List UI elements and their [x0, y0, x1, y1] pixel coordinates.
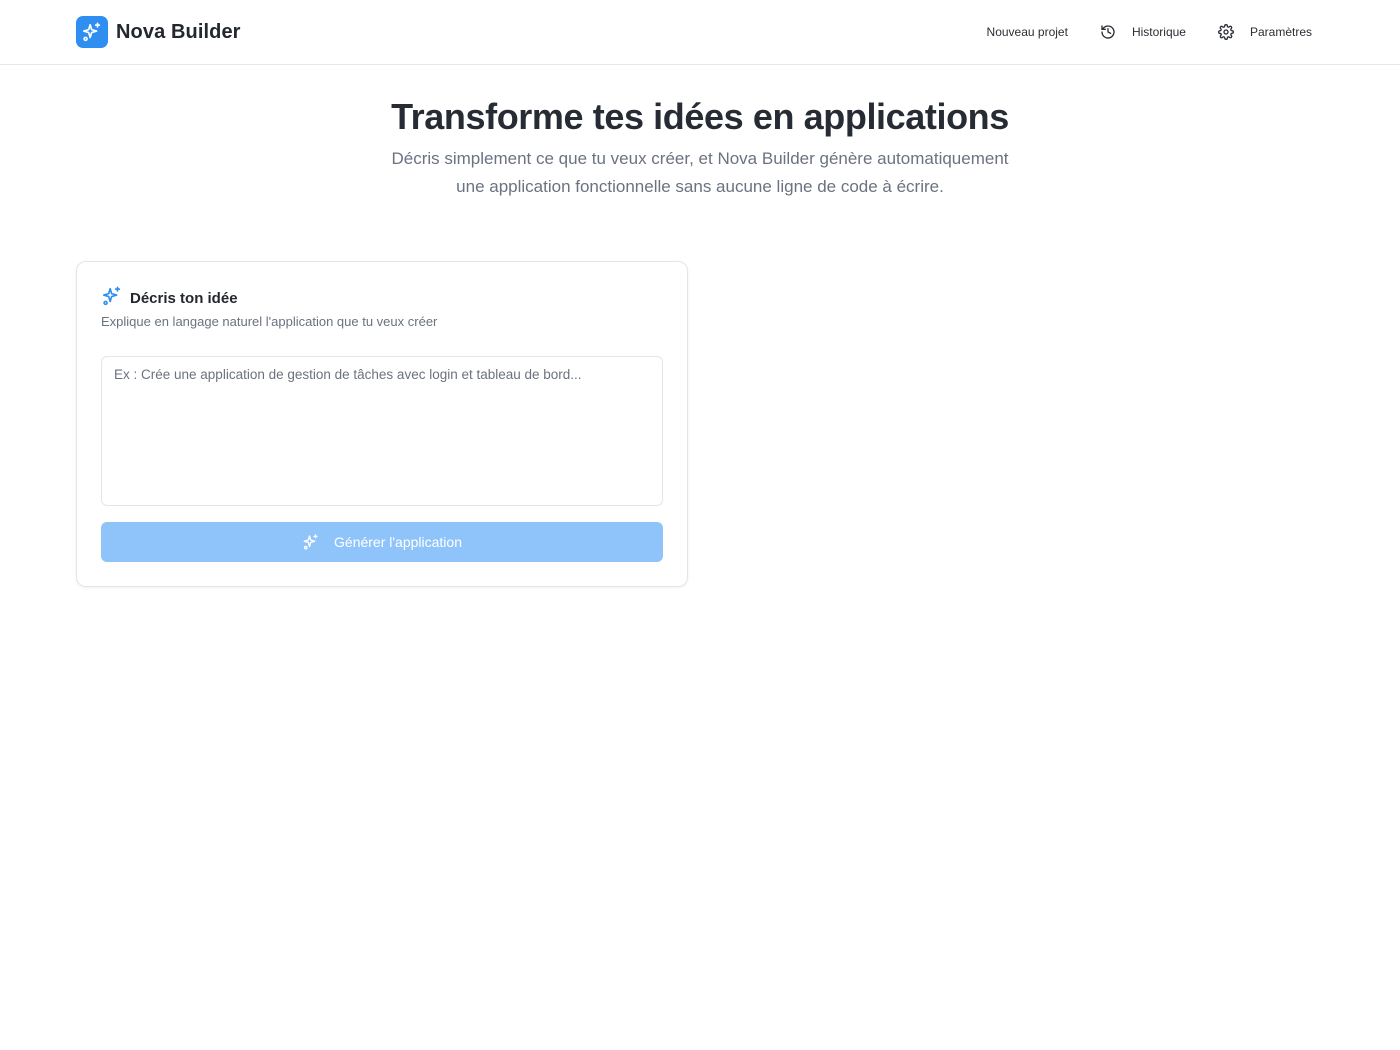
- nav-history-label: Historique: [1131, 25, 1186, 39]
- history-icon: [1100, 24, 1116, 40]
- card-header: Décris ton idée: [101, 285, 238, 312]
- page-title: Transforme tes idées en applications: [391, 96, 1009, 137]
- sparkles-icon: [302, 533, 320, 551]
- idea-input[interactable]: [101, 356, 663, 506]
- nav-history[interactable]: Historique: [1100, 16, 1186, 48]
- generate-app-button[interactable]: Générer l'application: [101, 522, 663, 562]
- sparkles-icon: [101, 285, 123, 312]
- card-description: Explique en langage naturel l'applicatio…: [101, 314, 438, 329]
- sparkles-icon: [76, 16, 108, 48]
- nav-new-project[interactable]: Nouveau projet: [987, 17, 1068, 47]
- nav-new-project-label: Nouveau projet: [986, 25, 1068, 39]
- nav-settings-label: Paramètres: [1249, 25, 1312, 39]
- generate-app-button-label: Générer l'application: [334, 534, 462, 550]
- brand[interactable]: Nova Builder: [76, 16, 241, 48]
- page-subtitle: Décris simplement ce que tu veux créer, …: [391, 149, 1009, 196]
- app-header: Nova Builder Nouveau projet Historique P…: [0, 0, 1400, 65]
- gear-icon: [1218, 24, 1234, 40]
- nav-settings[interactable]: Paramètres: [1218, 16, 1312, 48]
- idea-card: Décris ton idée Explique en langage natu…: [76, 261, 688, 587]
- brand-name: Nova Builder: [116, 20, 241, 43]
- top-nav: Nouveau projet Historique Paramètres: [987, 0, 1312, 64]
- card-title: Décris ton idée: [130, 290, 238, 307]
